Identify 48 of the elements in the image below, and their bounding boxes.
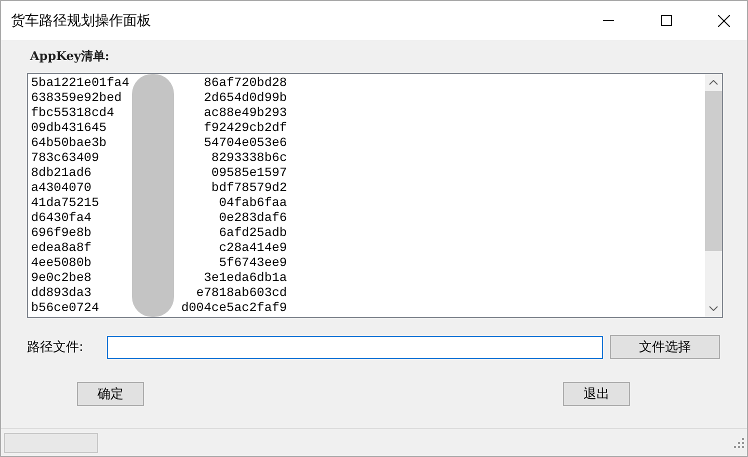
appkey-text: 64b50bae3b <box>31 136 107 151</box>
appkey-text: 638359e92bed <box>31 91 122 106</box>
appkey-text: e7818ab603cd <box>196 286 287 301</box>
minimize-icon[interactable] <box>602 20 614 21</box>
scrollbar[interactable] <box>705 74 722 317</box>
appkey-text: 09585e1597 <box>211 166 287 181</box>
appkey-list-label: AppKey清单: <box>30 48 110 65</box>
appkey-text: 86af720bd28 <box>204 76 287 91</box>
appkey-text: 0e283daf6 <box>218 211 287 226</box>
appkey-text: dd893da3 <box>31 286 92 301</box>
file-select-button[interactable]: 文件选择 <box>610 335 720 359</box>
maximize-icon[interactable] <box>660 15 672 26</box>
close-icon[interactable] <box>718 14 730 26</box>
appkey-text: bdf78579d2 <box>211 181 287 196</box>
appkey-text: edea8a8f <box>31 241 92 256</box>
appkey-text: d004ce5ac2faf9 <box>181 301 287 316</box>
confirm-button[interactable]: 确定 <box>77 382 144 406</box>
resize-grip-icon[interactable] <box>734 438 744 448</box>
window-title: 货车路径规划操作面板 <box>11 12 152 30</box>
path-file-label: 路径文件: <box>27 339 84 356</box>
appkey-text: 8db21ad6 <box>31 166 92 181</box>
scroll-down-icon[interactable] <box>709 306 718 311</box>
exit-button[interactable]: 退出 <box>563 382 630 406</box>
appkey-text: 41da75215 <box>31 196 100 211</box>
appkey-text: 6afd25adb <box>218 226 287 241</box>
appkey-text: 783c63409 <box>31 151 100 166</box>
appkey-text: 696f9e8b <box>31 226 92 241</box>
appkey-text: b56ce0724 <box>31 301 100 316</box>
appkey-text: 3e1eda6db1a <box>204 271 287 286</box>
appkey-text: 4ee5080b <box>31 256 92 271</box>
appkey-text: ac88e49b293 <box>204 106 287 121</box>
scroll-thumb[interactable] <box>705 91 722 251</box>
appkey-text: a4304070 <box>31 181 92 196</box>
appkey-text: 54704e053e6 <box>204 136 287 151</box>
path-file-field[interactable] <box>107 336 603 358</box>
appkey-text: 04fab6faa <box>218 196 287 211</box>
appkey-text: 09db431645 <box>31 121 107 136</box>
appkey-text: 9e0c2be8 <box>31 271 92 286</box>
appkey-text: c28a414e9 <box>218 241 287 256</box>
appkey-text: f92429cb2df <box>204 121 287 136</box>
appkey-text: fbc55318cd4 <box>31 106 114 121</box>
appkey-text: 8293338b6c <box>211 151 287 166</box>
appkey-text: 5f6743ee9 <box>218 256 287 271</box>
scroll-up-icon[interactable] <box>709 80 718 85</box>
appkey-listbox[interactable] <box>27 73 723 318</box>
appkey-text: d6430fa4 <box>31 211 92 226</box>
appkey-text: 5ba1221e01fa4 <box>31 76 130 91</box>
appkey-text: 2d654d0d99b <box>204 91 287 106</box>
